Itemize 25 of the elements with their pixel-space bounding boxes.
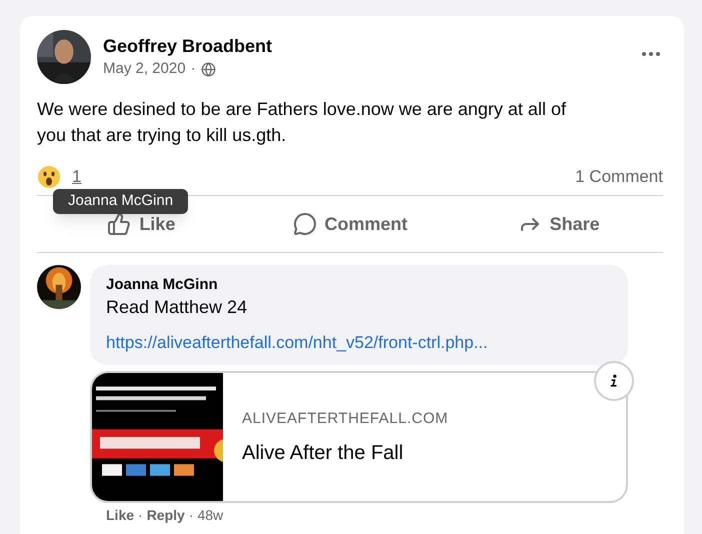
link-preview-card[interactable]: ALIVEAFTERTHEFALL.COM Alive After the Fall	[90, 371, 628, 503]
comment-action-link[interactable]: Like	[106, 506, 134, 524]
link-domain: ALIVEAFTERTHEFALL.COM	[242, 408, 448, 429]
post-text: We were desined to be are Fathers love.now we are angry at all of you that are trying to kill us.gth.	[37, 98, 567, 147]
comment-link[interactable]: https://aliveafterthefall.com/nht_v52/front-ctrl.php...	[106, 331, 612, 355]
separator-dot: ·	[138, 506, 143, 524]
link-title: Alive After the Fall	[242, 441, 404, 466]
separator-dot: ·	[190, 59, 196, 79]
share-button[interactable]: Share	[454, 196, 664, 252]
speech-bubble-icon	[292, 212, 316, 236]
comment-count[interactable]: 1 Comment	[575, 164, 663, 190]
commenter-name[interactable]: Joanna McGinn	[106, 275, 612, 295]
comment-time[interactable]: 48w	[197, 506, 224, 524]
comment-text: Read Matthew 24	[106, 296, 248, 319]
separator-dot: ·	[188, 506, 194, 524]
author-name[interactable]: Geoffrey Broadbent	[103, 34, 639, 58]
post-date[interactable]: May 2, 2020	[103, 59, 186, 79]
surprised-emoji-icon	[37, 165, 61, 189]
comment-button[interactable]: Comment	[246, 196, 454, 252]
thumbs-up-icon	[107, 212, 132, 236]
tooltip: Joanna McGinn	[53, 189, 188, 214]
globe-icon	[200, 62, 216, 76]
reaction-count[interactable]: 1	[72, 164, 82, 190]
comment-action-link[interactable]: Reply	[146, 506, 185, 524]
info-icon	[610, 374, 618, 388]
